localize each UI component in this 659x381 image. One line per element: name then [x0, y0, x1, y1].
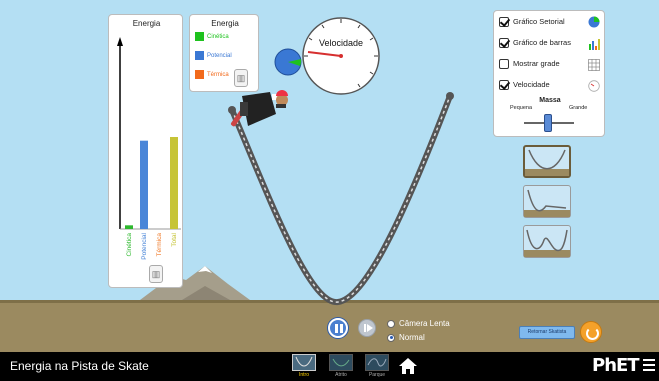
- pie-chart-label: Gráfico Setorial: [513, 17, 565, 26]
- intro-screen-icon: [292, 354, 316, 371]
- control-panel: Gráfico Setorial Gráfico de barras Mostr…: [493, 10, 605, 137]
- checkbox-icon[interactable]: [499, 59, 509, 70]
- energy-bar-label-1: Potencial: [141, 232, 148, 259]
- double-well-track-icon: [524, 229, 570, 257]
- track-option-parabola[interactable]: [523, 145, 571, 178]
- radio-icon[interactable]: [387, 319, 395, 328]
- bar-chart-label: Gráfico de barras: [513, 38, 571, 47]
- legend-item-thermal: Térmica: [195, 70, 229, 81]
- speedometer: [274, 17, 380, 95]
- pause-button[interactable]: [328, 318, 348, 338]
- energy-bar-3: [170, 137, 178, 229]
- mass-max-label: Grande: [569, 105, 588, 111]
- screen-park-label: Parque: [368, 372, 386, 378]
- park-screen-icon: [365, 354, 389, 371]
- sim-title: Energia na Pista de Skate: [10, 359, 149, 373]
- navigation-bar: Energia na Pista de Skate Intro Atrito P…: [0, 352, 659, 381]
- speedometer-title: Velocidade: [318, 38, 364, 48]
- pie-chart-icon: [588, 16, 600, 28]
- pie-chart-checkbox[interactable]: Gráfico Setorial: [499, 15, 565, 29]
- slow-motion-label: Câmera Lenta: [399, 319, 450, 328]
- track-option-ramp[interactable]: [523, 185, 571, 218]
- kinetic-swatch: [195, 32, 204, 41]
- bar-chart-arrow: [117, 37, 123, 46]
- track-endpoint[interactable]: [446, 92, 454, 100]
- energy-bar-label-2: Térmica: [156, 233, 163, 257]
- energy-bar-1: [140, 140, 148, 229]
- screen-friction-label: Atrito: [335, 372, 347, 378]
- return-skater-button[interactable]: Retornar Skatista: [519, 326, 575, 339]
- skate-track[interactable]: [229, 94, 453, 305]
- menu-icon[interactable]: [643, 359, 655, 371]
- grid-checkbox[interactable]: Mostrar grade: [499, 57, 560, 71]
- step-button[interactable]: [358, 319, 376, 337]
- energy-bar-label-0: Cinética: [126, 233, 133, 257]
- track-endpoint[interactable]: [228, 106, 236, 114]
- ramp-track-icon: [524, 189, 570, 217]
- skate-track-rail: [231, 95, 451, 303]
- reset-all-button[interactable]: [580, 321, 602, 343]
- energy-bar-label-3: Total: [171, 232, 178, 246]
- parabola-track-icon: [525, 149, 569, 176]
- bar-chart-trash-icon[interactable]: ▥: [149, 265, 163, 283]
- speed-label: Velocidade: [513, 80, 550, 89]
- thermal-swatch: [195, 70, 204, 79]
- bar-chart-icon: [589, 39, 600, 50]
- legend-item-potential: Potencial: [195, 51, 232, 62]
- screen-intro-button[interactable]: Intro: [292, 354, 316, 379]
- radio-icon[interactable]: [387, 333, 395, 342]
- energy-bar-chart[interactable]: Energia Cinética Potencial Térmica Total ▥: [108, 14, 183, 288]
- home-icon[interactable]: [398, 356, 418, 376]
- screen-intro-label: Intro: [298, 372, 309, 378]
- slow-motion-radio[interactable]: Câmera Lenta: [387, 318, 450, 330]
- legend-kinetic-label: Cinética: [207, 34, 229, 41]
- checkbox-icon[interactable]: [499, 38, 509, 49]
- screen-park-button[interactable]: Parque: [365, 354, 389, 379]
- legend-item-kinetic: Cinética: [195, 32, 229, 43]
- grid-icon: [588, 59, 600, 71]
- track-option-double-well[interactable]: [523, 225, 571, 258]
- normal-speed-label: Normal: [399, 333, 425, 342]
- mass-min-label: Pequena: [510, 105, 533, 111]
- potential-swatch: [195, 51, 204, 60]
- grid-label: Mostrar grade: [513, 59, 560, 68]
- screen-friction-button[interactable]: Atrito: [329, 354, 353, 379]
- bar-chart-checkbox[interactable]: Gráfico de barras: [499, 36, 571, 50]
- mass-slider-thumb[interactable]: [544, 114, 552, 132]
- pie-legend-title: Energia: [211, 19, 239, 28]
- mass-title: Massa: [539, 97, 561, 104]
- friction-screen-icon: [329, 354, 353, 371]
- energy-bar-0: [125, 225, 133, 229]
- phet-logo: PhET: [592, 355, 640, 376]
- checkbox-icon[interactable]: [499, 17, 509, 28]
- legend-potential-label: Potencial: [207, 53, 232, 60]
- speed-checkbox[interactable]: Velocidade: [499, 78, 550, 92]
- bar-chart-svg: Cinética Potencial Térmica Total: [117, 37, 181, 260]
- pie-legend: Energia Cinética Potencial Térmica ▥: [189, 14, 259, 92]
- speedometer-icon: [588, 80, 600, 92]
- checkbox-icon[interactable]: [499, 80, 509, 91]
- clear-thermal-trash-icon[interactable]: ▥: [234, 69, 248, 87]
- normal-speed-radio[interactable]: Normal: [387, 332, 425, 344]
- legend-thermal-label: Térmica: [207, 72, 229, 79]
